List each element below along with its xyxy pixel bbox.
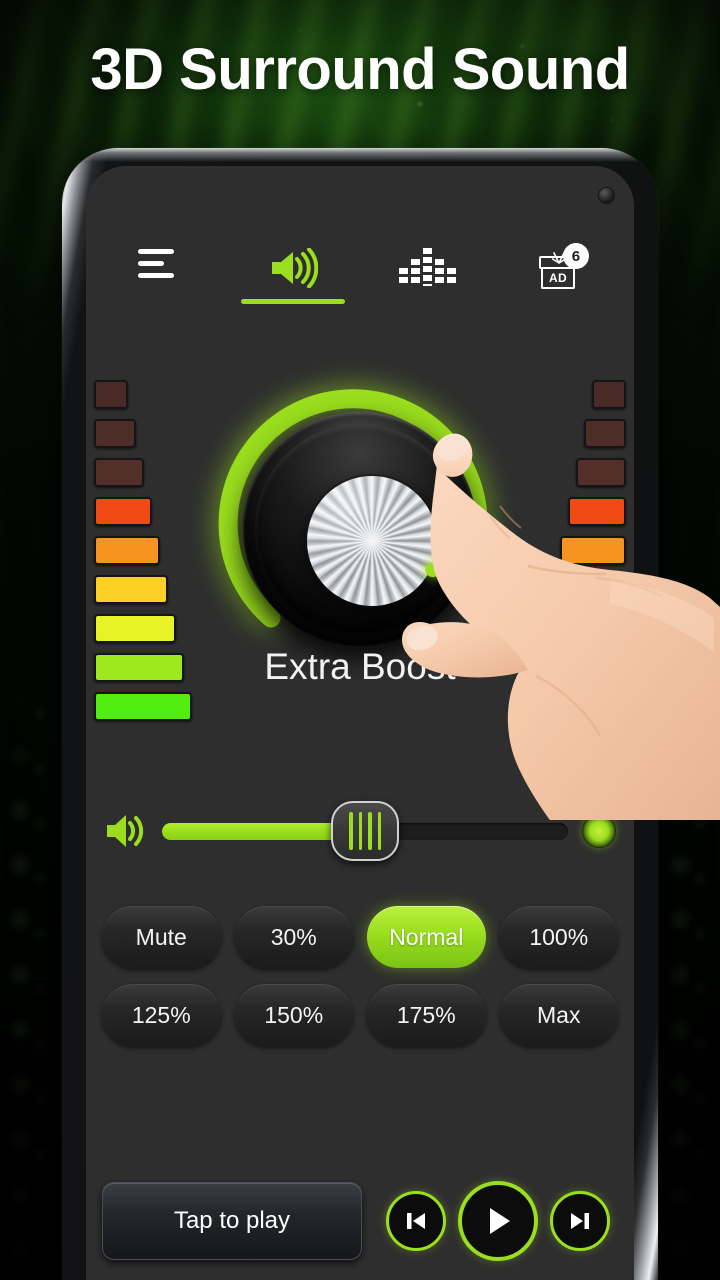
equalizer-icon — [398, 248, 456, 286]
knob-outer-bezel — [243, 412, 477, 646]
volume-slider[interactable] — [162, 801, 568, 861]
player-controls-bar: Tap to play — [86, 1166, 634, 1276]
volume-icon[interactable] — [104, 811, 148, 851]
tab-volume[interactable] — [240, 244, 345, 316]
previous-track-button[interactable] — [386, 1191, 446, 1251]
preset-button-100pct[interactable]: 100% — [499, 906, 618, 968]
top-navigation-bar: AD 6 — [86, 243, 634, 316]
tap-to-play-button[interactable]: Tap to play — [102, 1182, 362, 1260]
preset-button-150pct[interactable]: 150% — [234, 984, 353, 1046]
transport-controls — [378, 1181, 618, 1261]
play-button[interactable] — [458, 1181, 538, 1261]
knob-label: Extra Boost — [264, 646, 456, 687]
next-icon — [571, 1213, 589, 1229]
preset-button-max[interactable]: Max — [499, 984, 618, 1046]
gift-ad-icon: AD 6 — [538, 243, 589, 290]
ad-badge-count: 6 — [562, 243, 589, 269]
volume-preset-buttons: Mute 30% Normal 100% 125% 150% 175% Max — [86, 906, 634, 1062]
knob-metal-cap — [307, 476, 437, 606]
slider-thumb[interactable] — [331, 801, 399, 861]
promo-headline: 3D Surround Sound — [90, 37, 630, 102]
preset-button-125pct[interactable]: 125% — [102, 984, 221, 1046]
knob-inner-ring — [255, 424, 465, 634]
next-track-button[interactable] — [550, 1191, 610, 1251]
previous-icon — [407, 1213, 425, 1229]
volume-slider-row — [86, 796, 634, 866]
boost-knob[interactable] — [205, 374, 515, 684]
volume-led-indicator[interactable] — [582, 814, 616, 848]
preset-button-175pct[interactable]: 175% — [367, 984, 486, 1046]
preset-button-normal[interactable]: Normal — [367, 906, 486, 968]
boost-knob-area: Extra Boost — [86, 362, 634, 722]
preset-button-mute[interactable]: Mute — [102, 906, 221, 968]
play-icon — [490, 1208, 510, 1234]
phone-screen: AD 6 Extra Boost Mute 30% Normal 100% 12… — [86, 166, 634, 1280]
app-promo-screenshot: 3D Surround Sound AD 6 Extra Boost Mute … — [0, 0, 720, 1280]
volume-icon — [271, 248, 318, 288]
ad-label: AD — [540, 269, 575, 289]
preset-button-30pct[interactable]: 30% — [234, 906, 353, 968]
phone-frame: AD 6 Extra Boost Mute 30% Normal 100% 12… — [62, 148, 658, 1280]
preset-row-2: 125% 150% 175% Max — [102, 984, 618, 1046]
ad-gift-button[interactable]: AD 6 — [516, 243, 608, 316]
phone-bezel-highlight — [62, 148, 658, 162]
tab-equalizer[interactable] — [381, 244, 473, 316]
preset-row-1: Mute 30% Normal 100% — [102, 906, 618, 968]
hamburger-menu-icon — [138, 248, 178, 278]
front-camera-punch-hole — [599, 188, 614, 203]
menu-button[interactable] — [112, 244, 204, 316]
active-tab-underline — [240, 299, 345, 304]
